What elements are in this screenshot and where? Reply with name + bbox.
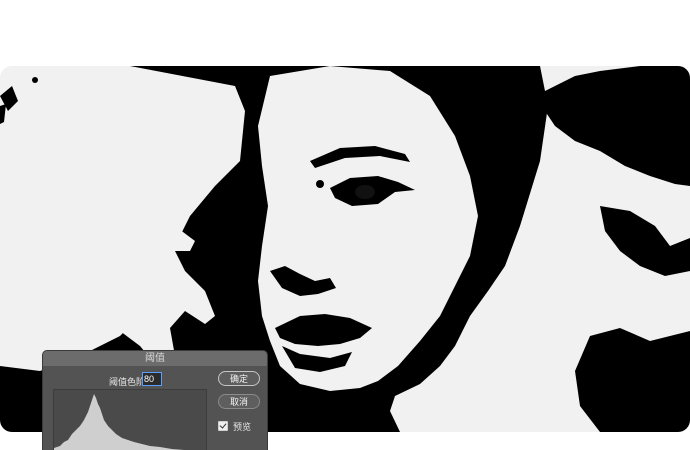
cancel-button[interactable]: 取消 — [218, 394, 260, 409]
preview-label: 预览 — [233, 422, 252, 432]
dialog-title: 阈值 — [43, 351, 267, 366]
histogram[interactable] — [53, 389, 207, 450]
histogram-graph — [54, 394, 184, 450]
ok-button[interactable]: 确定 — [218, 371, 260, 386]
threshold-level-input[interactable] — [142, 372, 162, 386]
threshold-dialog: 阈值 阈值色阶: 确定 取消 预览 — [43, 351, 267, 450]
dialog-body: 阈值色阶: 确定 取消 预览 — [43, 366, 267, 450]
checkbox-checked-icon[interactable] — [218, 421, 228, 431]
